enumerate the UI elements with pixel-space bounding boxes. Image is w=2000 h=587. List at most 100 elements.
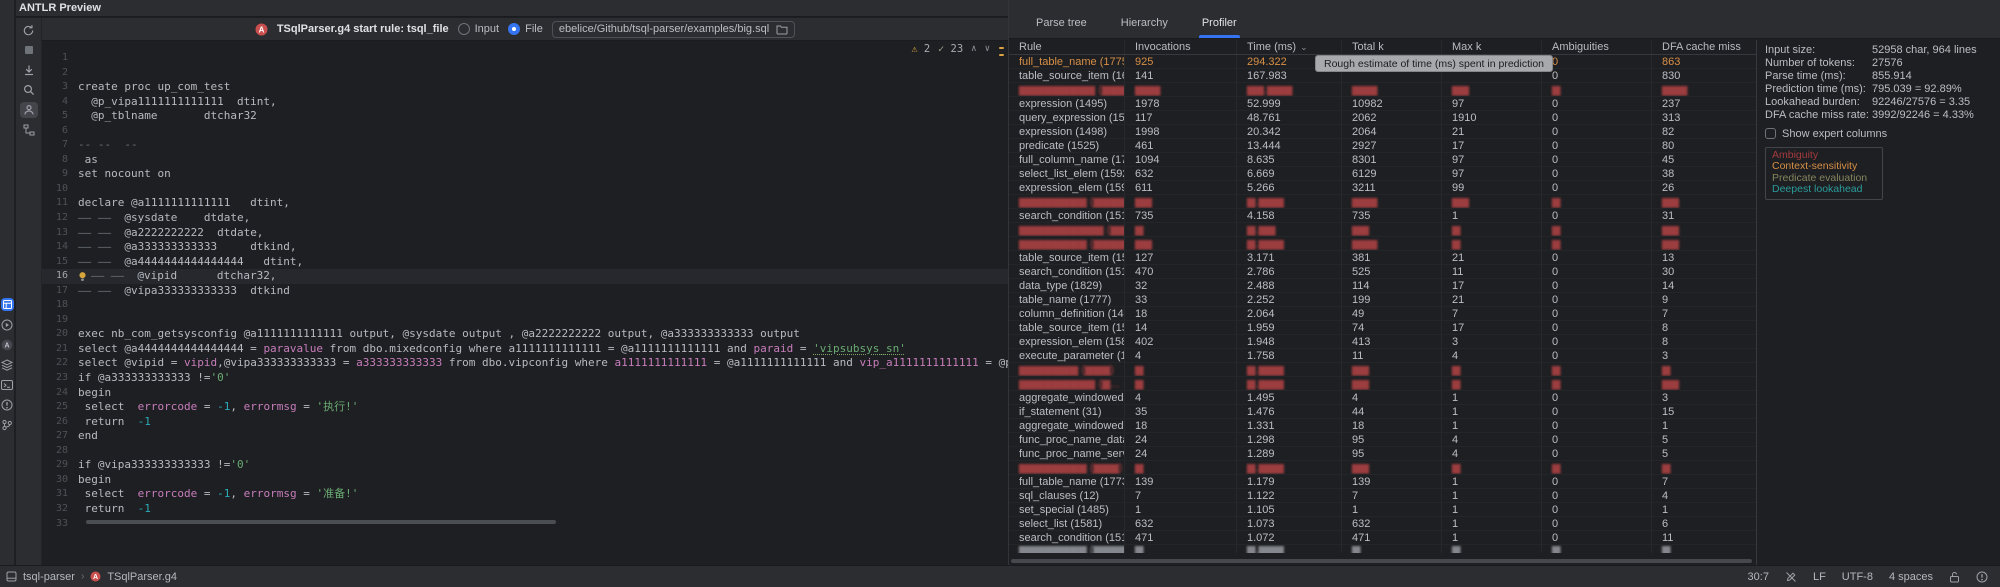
column-header-total-k[interactable]: Total k (1342, 40, 1442, 54)
encoding-indicator[interactable]: UTF-8 (1842, 571, 1873, 583)
editor-line[interactable]: 23if @a333333333333 !='0' (42, 371, 1008, 386)
profiler-table-row[interactable]: expression_elem (1590)6115.266321199026 (1009, 181, 1756, 195)
profiler-table-row[interactable]: ▆▆▆▆▆▆▆▆▆▆ (▆▆)▆▆.▆▆▆▆▆▆▆▆ (1009, 223, 1756, 237)
antlr-preview-tool-button[interactable] (1, 298, 14, 311)
profiler-table-row[interactable]: ▆▆▆▆▆▆▆▆ (▆▆▆▆)▆▆▆.▆▆▆▆▆▆▆▆▆▆ (1009, 237, 1756, 251)
caret-position[interactable]: 30:7 (1748, 571, 1769, 583)
profiler-table-row[interactable]: expression (1498)199820.342206421082 (1009, 125, 1756, 139)
file-path-field[interactable]: ebelice/Github/tsql-parser/examples/big.… (552, 21, 795, 38)
highlighting-off-icon[interactable] (1785, 571, 1797, 583)
profiler-table-row[interactable]: func_proc_name_serv...241.28995405 (1009, 447, 1756, 461)
editor-line[interactable]: 18 (42, 298, 1008, 313)
file-radio[interactable]: File (508, 23, 543, 35)
file-radio-circle[interactable] (508, 23, 520, 35)
profiler-table-row[interactable]: column_definition (1421)182.06449707 (1009, 307, 1756, 321)
editor-line[interactable]: 12—— —— @sysdate dtdate, (42, 211, 1008, 226)
profiler-table-row[interactable]: select_list (1581)6321.073632106 (1009, 517, 1756, 531)
code-editor[interactable]: 123create proc up_com_test4 @p_vipa11111… (42, 41, 1008, 565)
editor-line[interactable]: 28 (42, 444, 1008, 459)
search-icon[interactable] (20, 82, 38, 98)
column-header-invocations[interactable]: Invocations (1125, 40, 1237, 54)
editor-line[interactable]: 7-- -- -- (42, 138, 1008, 153)
profiler-table-row[interactable]: search_condition (1516)4711.0724711011 (1009, 531, 1756, 545)
tool-window-corner-icon[interactable] (6, 571, 17, 582)
profiler-table-row[interactable]: aggregate_windowed...41.4954103 (1009, 391, 1756, 405)
run-tool-button[interactable] (1, 318, 14, 331)
column-header-ambiguities[interactable]: Ambiguities (1542, 40, 1652, 54)
editor-line[interactable]: 9set nocount on (42, 167, 1008, 182)
stop-icon[interactable] (20, 42, 38, 58)
profiler-table-row[interactable]: ▆▆▆▆▆▆▆▆ (▆▆▆)▆▆.▆▆▆▆▆▆▆▆ (1009, 461, 1756, 475)
profiler-table-row[interactable]: sql_clauses (12)71.1227104 (1009, 489, 1756, 503)
services-tool-button[interactable] (1, 358, 14, 371)
profiler-table-row[interactable]: search_condition (1517)4702.78652511030 (1009, 265, 1756, 279)
column-header-max-k[interactable]: Max k (1442, 40, 1542, 54)
editor-line[interactable]: 19 (42, 313, 1008, 328)
error-circle-icon[interactable] (1976, 571, 1988, 583)
profiler-table-row[interactable]: query_expression (1527)11748.76120621910… (1009, 111, 1756, 125)
profiler-table-row[interactable]: aggregate_windowed...181.33118101 (1009, 419, 1756, 433)
editor-line[interactable]: 15—— —— @a4444444444444444 dtint, (42, 255, 1008, 270)
editor-line[interactable]: 31 select errorcode = -1, errormsg = '准备… (42, 487, 1008, 502)
intention-bulb-icon[interactable] (78, 271, 90, 282)
column-header-time-ms-[interactable]: Time (ms)⌄ (1237, 40, 1342, 54)
structure-icon[interactable] (20, 122, 38, 138)
editor-line[interactable]: 6 (42, 124, 1008, 139)
editor-line[interactable]: 22select @vipid = vipid,@vipa33333333333… (42, 356, 1008, 371)
tab-hierarchy[interactable]: Hierarchy (1121, 17, 1168, 38)
editor-line[interactable]: 26 return -1 (42, 415, 1008, 430)
folder-icon[interactable] (776, 24, 788, 35)
next-issue-button[interactable]: ∨ (985, 44, 990, 54)
editor-line[interactable]: 13—— —— @a2222222222 dtdate, (42, 226, 1008, 241)
profiler-table-row[interactable]: func_proc_name_data...241.29895405 (1009, 433, 1756, 447)
input-radio-circle[interactable] (458, 23, 470, 35)
profiler-table-row[interactable]: predicate (1525)46113.444292717080 (1009, 139, 1756, 153)
editor-line[interactable]: 29if @vipa333333333333 !='0' (42, 458, 1008, 473)
editor-line[interactable]: 21select @a4444444444444444 = paravalue … (42, 342, 1008, 357)
breadcrumb-file[interactable]: TSqlParser.g4 (107, 571, 177, 583)
profiler-table-row[interactable]: ▆▆▆▆▆▆▆▆ (▆▆▆▆)▆▆.▆▆▆▆▆▆▆ (1009, 545, 1756, 553)
breadcrumb-project[interactable]: tsql-parser (23, 571, 75, 583)
editor-line[interactable]: 2 (42, 66, 1008, 81)
tab-parse-tree[interactable]: Parse tree (1036, 17, 1087, 38)
profiler-table-row[interactable]: table_source_item (15...141.959741708 (1009, 321, 1756, 335)
profiler-table-row[interactable]: full_table_name (1773)1391.179139107 (1009, 475, 1756, 489)
profiler-table-row[interactable]: if_statement (31)351.476441015 (1009, 405, 1756, 419)
editor-line[interactable]: 27end (42, 429, 1008, 444)
problems-tool-button[interactable] (1, 398, 14, 411)
profiler-table-row[interactable]: data_type (1829)322.48811417014 (1009, 279, 1756, 293)
editor-line[interactable]: 3create proc up_com_test (42, 80, 1008, 95)
error-stripe-mark[interactable] (999, 54, 1004, 56)
profiler-table-row[interactable]: search_condition (1519)7354.1587351031 (1009, 209, 1756, 223)
export-icon[interactable] (20, 62, 38, 78)
editor-line[interactable]: 4 @p_vipa1111111111111 dtint, (42, 95, 1008, 110)
line-ending-indicator[interactable]: LF (1813, 571, 1826, 583)
error-stripe-mark[interactable] (999, 47, 1004, 49)
column-header-rule[interactable]: Rule (1009, 40, 1125, 54)
terminal-tool-button[interactable] (1, 378, 14, 391)
profiler-table-row[interactable]: expression_elem (1589)4021.948413308 (1009, 335, 1756, 349)
profiler-table-row[interactable]: execute_parameter (1...41.75811403 (1009, 349, 1756, 363)
antlr-console-tool-button[interactable]: A (1, 338, 14, 351)
profiler-table-row[interactable]: set_special (1485)11.1051101 (1009, 503, 1756, 517)
version-control-tool-button[interactable] (1, 418, 14, 431)
editor-line[interactable]: 1 (42, 51, 1008, 66)
indent-indicator[interactable]: 4 spaces (1889, 571, 1933, 583)
editor-line[interactable]: 14—— —— @a333333333333 dtkind, (42, 240, 1008, 255)
tab-profiler[interactable]: Profiler (1202, 17, 1237, 38)
profiler-table-row[interactable]: full_column_name (17...10948.63583019704… (1009, 153, 1756, 167)
input-radio[interactable]: Input (458, 23, 499, 35)
profiler-table-row[interactable]: ▆▆▆▆▆▆▆▆▆ (▆▆▆▆)▆▆▆▆▆.▆▆▆▆▆▆▆▆▆▆▆▆ (1009, 83, 1756, 97)
table-horizontal-scrollbar[interactable] (1011, 559, 1752, 563)
profiler-table-row[interactable]: expression (1495)197852.99910982970237 (1009, 97, 1756, 111)
editor-line[interactable]: 17—— —— @vipa333333333333 dtkind (42, 284, 1008, 299)
profiler-table-row[interactable]: table_name (1777)332.2521992109 (1009, 293, 1756, 307)
column-header-dfa-cache-miss[interactable]: DFA cache miss (1652, 40, 1756, 54)
editor-line[interactable]: 8 as (42, 153, 1008, 168)
editor-line[interactable]: 20exec nb_com_getsysconfig @a11111111111… (42, 327, 1008, 342)
profiler-table-row[interactable]: ▆▆▆▆▆▆▆▆ (▆▆▆▆)▆▆▆.▆▆▆▆▆▆▆▆▆▆▆ (1009, 195, 1756, 209)
editor-line[interactable]: 24begin (42, 386, 1008, 401)
editor-line[interactable]: 11declare @a1111111111111 dtint, (42, 196, 1008, 211)
editor-line[interactable]: 30begin (42, 473, 1008, 488)
checkbox-box[interactable] (1765, 128, 1776, 139)
